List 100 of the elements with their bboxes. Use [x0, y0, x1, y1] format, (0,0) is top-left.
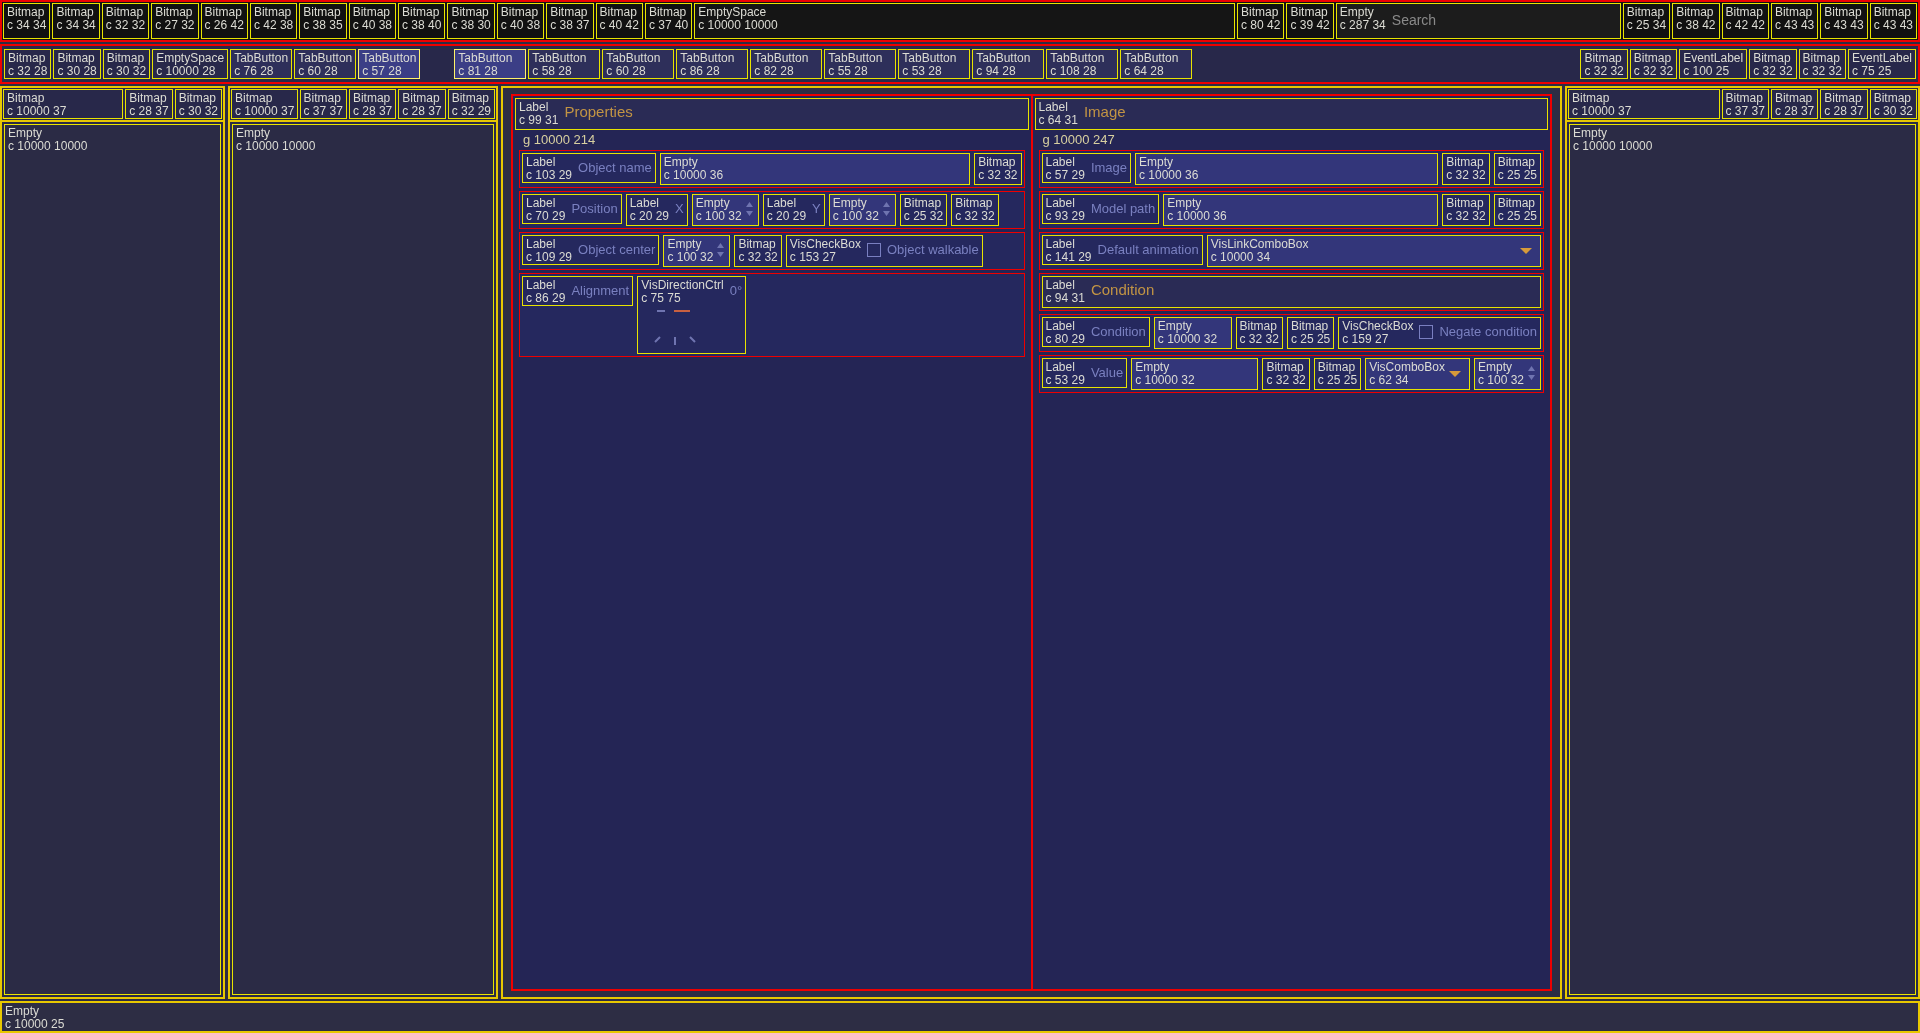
tab[interactable]: TabButton c 94 28: [972, 49, 1045, 79]
widget-size-label: c 58 28: [532, 65, 573, 78]
widget-size-label: c 10000 10000: [8, 140, 88, 153]
icon-button[interactable]: Bitmap c 32 32: [1235, 317, 1283, 349]
icon-button[interactable]: Bitmap c 25 32: [899, 194, 948, 226]
number-field[interactable]: Empty c 100 32: [691, 194, 759, 226]
tab[interactable]: TabButton c 82 28: [750, 49, 823, 79]
icon-button[interactable]: Bitmap c 32 32: [734, 235, 782, 267]
widget-size-label: c 108 28: [1050, 65, 1098, 78]
widget-type-label: Empty: [832, 197, 868, 210]
widget-type-label: Empty: [1339, 6, 1375, 19]
tab[interactable]: TabButton c 64 28: [1120, 49, 1193, 79]
widget-size-label: c 30 28: [57, 65, 97, 78]
tab[interactable]: TabButton c 86 28: [676, 49, 749, 79]
icon-button[interactable]: Bitmap c 25 25: [1493, 153, 1541, 185]
dropdown-arrow-icon[interactable]: [1520, 248, 1532, 254]
tab[interactable]: TabButton c 53 28: [898, 49, 971, 79]
widget-type-label: VisComboBox: [1369, 361, 1445, 374]
number-field[interactable]: Empty c 100 32: [1473, 358, 1541, 390]
widget-type-label: Bitmap: [550, 6, 589, 19]
widget-type-label: Bitmap: [978, 156, 1017, 169]
tab[interactable]: TabButton c 58 28: [528, 49, 601, 79]
widget-size-label: c 159 27: [1342, 333, 1390, 346]
widget-size-label: c 57 28: [362, 65, 403, 78]
icon-button[interactable]: Bitmap c 32 32: [974, 153, 1022, 185]
widget-size-label: c 43 43: [1824, 19, 1864, 32]
widget-type-label: Bitmap: [402, 6, 441, 19]
checkbox[interactable]: [866, 243, 881, 257]
widget-type-label: Bitmap: [1266, 361, 1305, 374]
tab[interactable]: TabButton c 76 28: [230, 49, 293, 79]
widget-size-label: c 10000 36: [1139, 169, 1199, 182]
field-label: Alignment: [571, 283, 630, 299]
tab[interactable]: TabButton c 55 28: [824, 49, 897, 79]
widget-type-label: Label: [526, 197, 557, 210]
widget-type-label: Bitmap: [129, 92, 168, 105]
icon-button[interactable]: Bitmap c 25 25: [1313, 358, 1362, 390]
text-field[interactable]: Empty c 10000 32: [1153, 317, 1232, 349]
widget-size-label: c 32 32: [738, 251, 778, 264]
widget-size-label: c 10000 28: [156, 65, 216, 78]
tab[interactable]: TabButton c 81 28: [454, 49, 527, 79]
widget-type-label: Bitmap: [903, 197, 943, 210]
tab[interactable]: TabButton c 108 28: [1046, 49, 1119, 79]
number-field[interactable]: Empty c 100 32: [828, 194, 896, 226]
widget-size-label: c 75 75: [641, 292, 682, 305]
widget-type-label: Bitmap: [106, 52, 146, 65]
icon-button[interactable]: Bitmap c 32 32: [1442, 153, 1490, 185]
widget-type-label: Bitmap: [8, 52, 47, 65]
checkbox[interactable]: [1419, 325, 1434, 339]
widget-type-label: Bitmap: [451, 92, 490, 105]
widget-type-label: Bitmap: [178, 92, 217, 105]
widget-type-label: Empty: [1139, 156, 1175, 169]
tab[interactable]: TabButton c 57 28: [358, 49, 421, 79]
spinner-icon[interactable]: [881, 201, 891, 217]
widget-type-label: Bitmap: [1802, 52, 1841, 65]
widget-size-label: c 39 42: [1290, 19, 1330, 32]
checkbox-control[interactable]: VisCheckBox c 153 27 Object walkable: [785, 235, 983, 267]
spinner-icon[interactable]: [1527, 365, 1536, 381]
widget-type-label: VisCheckBox: [789, 238, 861, 251]
checkbox-control[interactable]: VisCheckBox c 159 27 Negate condition: [1338, 317, 1541, 349]
widget-type-label: TabButton: [362, 52, 417, 65]
text-field[interactable]: Empty c 10000 32: [1131, 358, 1259, 390]
icon-button[interactable]: Bitmap c 32 32: [1442, 194, 1490, 226]
widget-size-label: c 37 37: [1725, 105, 1765, 118]
widget-size-label: c 76 28: [234, 65, 275, 78]
widget-type-label: TabButton: [754, 52, 809, 65]
number-field[interactable]: Empty c 100 32: [663, 235, 731, 267]
tab[interactable]: TabButton c 60 28: [602, 49, 675, 79]
icon-button[interactable]: Bitmap c 32 32: [1262, 358, 1310, 390]
dropdown[interactable]: VisLinkComboBox c 10000 34: [1206, 235, 1541, 267]
icon-button[interactable]: Bitmap c 25 25: [1286, 317, 1335, 349]
widget-type-label: TabButton: [902, 52, 957, 65]
widget-type-label: Empty: [236, 127, 271, 140]
widget-type-label: Bitmap: [1824, 92, 1863, 105]
widget-type-label: Bitmap: [1753, 52, 1792, 65]
text-field[interactable]: Empty c 10000 36: [1163, 194, 1439, 226]
widget-type-label: Bitmap: [1824, 6, 1863, 19]
widget-type-label: Bitmap: [599, 6, 638, 19]
spinner-icon[interactable]: [716, 242, 726, 258]
widget-type-label: Bitmap: [1626, 6, 1666, 19]
icon-button[interactable]: Bitmap c 25 25: [1493, 194, 1541, 226]
text-field[interactable]: Empty c 10000 36: [659, 153, 971, 185]
dropdown[interactable]: VisComboBox c 62 34: [1365, 358, 1470, 390]
widget-size-label: c 30 32: [106, 65, 147, 78]
widget-size-label: c 43 43: [1873, 19, 1913, 32]
widget-type-label: Empty: [1477, 361, 1513, 374]
widget-type-label: Label: [1045, 238, 1076, 251]
widget-type-label: EventLabel: [1851, 52, 1912, 65]
widget-size-label: c 40 42: [599, 19, 639, 32]
widget-type-label: TabButton: [606, 52, 661, 65]
spinner-icon[interactable]: [744, 201, 754, 217]
widget-type-label: TabButton: [680, 52, 735, 65]
text-field[interactable]: Empty c 10000 36: [1135, 153, 1439, 185]
tab[interactable]: TabButton c 60 28: [294, 49, 357, 79]
widget-size-label: c 10000 36: [663, 169, 724, 182]
icon-button[interactable]: Bitmap c 32 32: [951, 194, 999, 226]
dropdown-arrow-icon[interactable]: [1448, 371, 1461, 377]
widget-type-label: Bitmap: [648, 6, 688, 19]
widget-type-label: VisDirectionCtrl: [641, 279, 724, 292]
search-input[interactable]: Search: [1391, 12, 1617, 28]
widget-size-label: c 32 28: [8, 65, 48, 78]
